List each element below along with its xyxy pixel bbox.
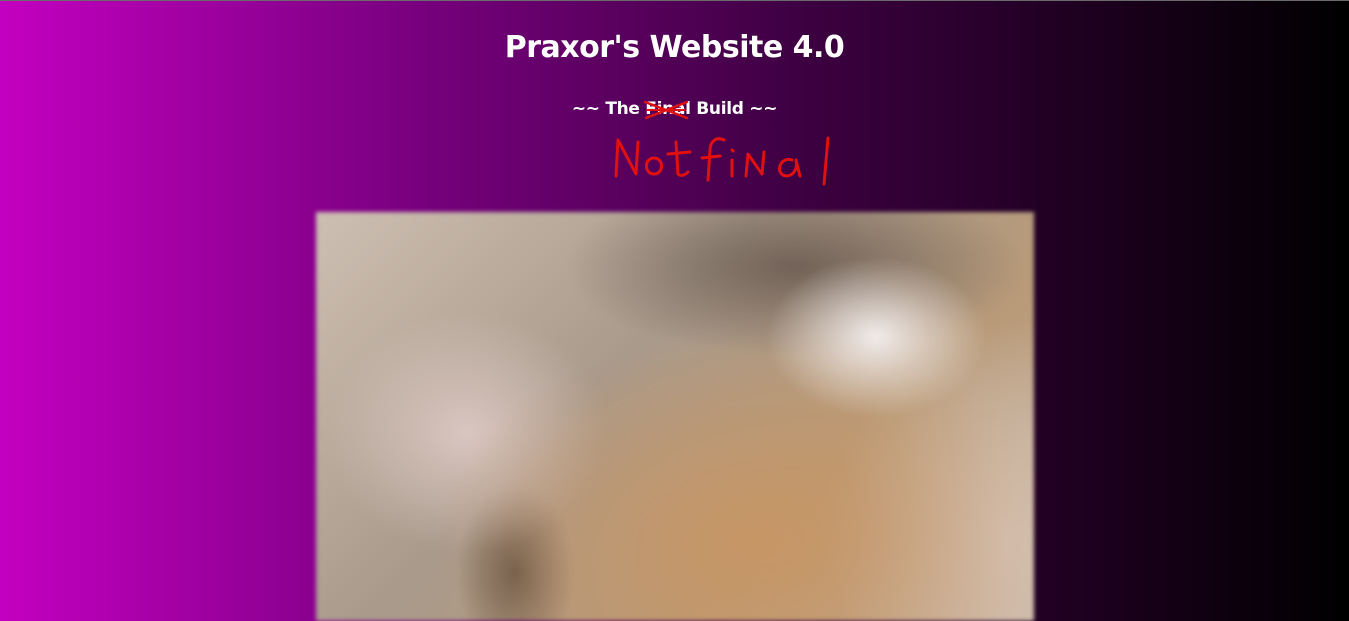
cross-out-mark — [644, 100, 689, 120]
handwritten-note — [614, 136, 830, 186]
subtitle-prefix: ~~ The — [571, 99, 646, 119]
page-subtitle: ~~ The Final Build ~~ — [0, 96, 1349, 122]
main-photo — [316, 212, 1034, 621]
struck-word: Final — [644, 96, 691, 122]
page-title: Praxor's Website 4.0 — [504, 30, 845, 65]
subtitle-suffix: Build ~~ — [690, 99, 778, 119]
top-border — [0, 0, 1349, 1]
